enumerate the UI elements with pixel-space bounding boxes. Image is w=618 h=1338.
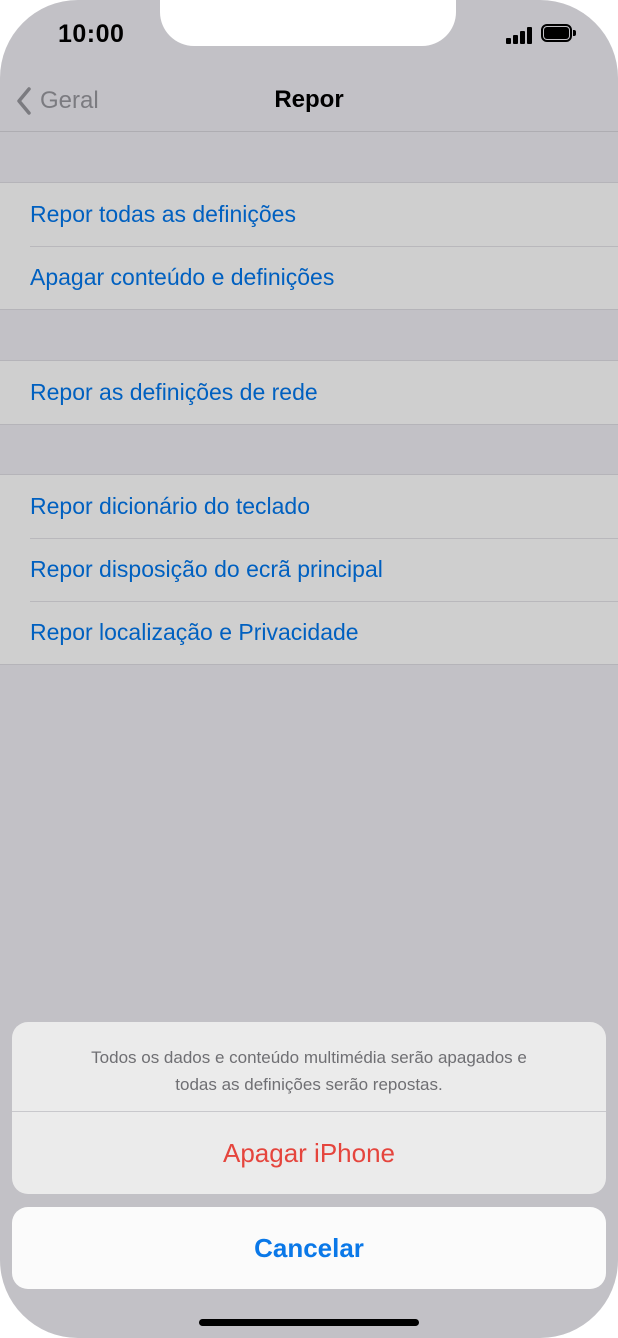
device-notch	[160, 0, 456, 46]
reset-group-1: Repor todas as definições Apagar conteúd…	[0, 182, 618, 310]
reset-group-2: Repor as definições de rede	[0, 360, 618, 425]
battery-icon	[541, 24, 576, 42]
erase-iphone-button[interactable]: Apagar iPhone	[12, 1112, 606, 1194]
reset-home-screen-layout-item[interactable]: Repor disposição do ecrã principal	[0, 538, 618, 601]
reset-network-settings-item[interactable]: Repor as definições de rede	[0, 361, 618, 424]
action-sheet-message-line2: todas as definições serão repostas.	[175, 1075, 443, 1094]
action-sheet: Todos os dados e conteúdo multimédia ser…	[12, 1022, 606, 1194]
reset-location-privacy-item[interactable]: Repor localização e Privacidade	[0, 601, 618, 664]
cancel-button[interactable]: Cancelar	[12, 1207, 606, 1289]
action-sheet-message: Todos os dados e conteúdo multimédia ser…	[32, 1044, 586, 1098]
cellular-signal-icon	[506, 26, 534, 44]
reset-keyboard-dictionary-item[interactable]: Repor dicionário do teclado	[0, 475, 618, 538]
reset-group-3: Repor dicionário do teclado Repor dispos…	[0, 474, 618, 665]
status-time: 10:00	[58, 20, 125, 48]
nav-divider	[0, 131, 618, 132]
erase-content-settings-item[interactable]: Apagar conteúdo e definições	[0, 246, 618, 309]
action-sheet-message-line1: Todos os dados e conteúdo multimédia ser…	[91, 1048, 527, 1067]
phone-screen: 10:00 Geral Repor Repor todas as definiç…	[0, 0, 618, 1338]
page-title: Repor	[274, 86, 344, 113]
reset-all-settings-item[interactable]: Repor todas as definições	[0, 183, 618, 246]
home-indicator[interactable]	[199, 1319, 419, 1326]
